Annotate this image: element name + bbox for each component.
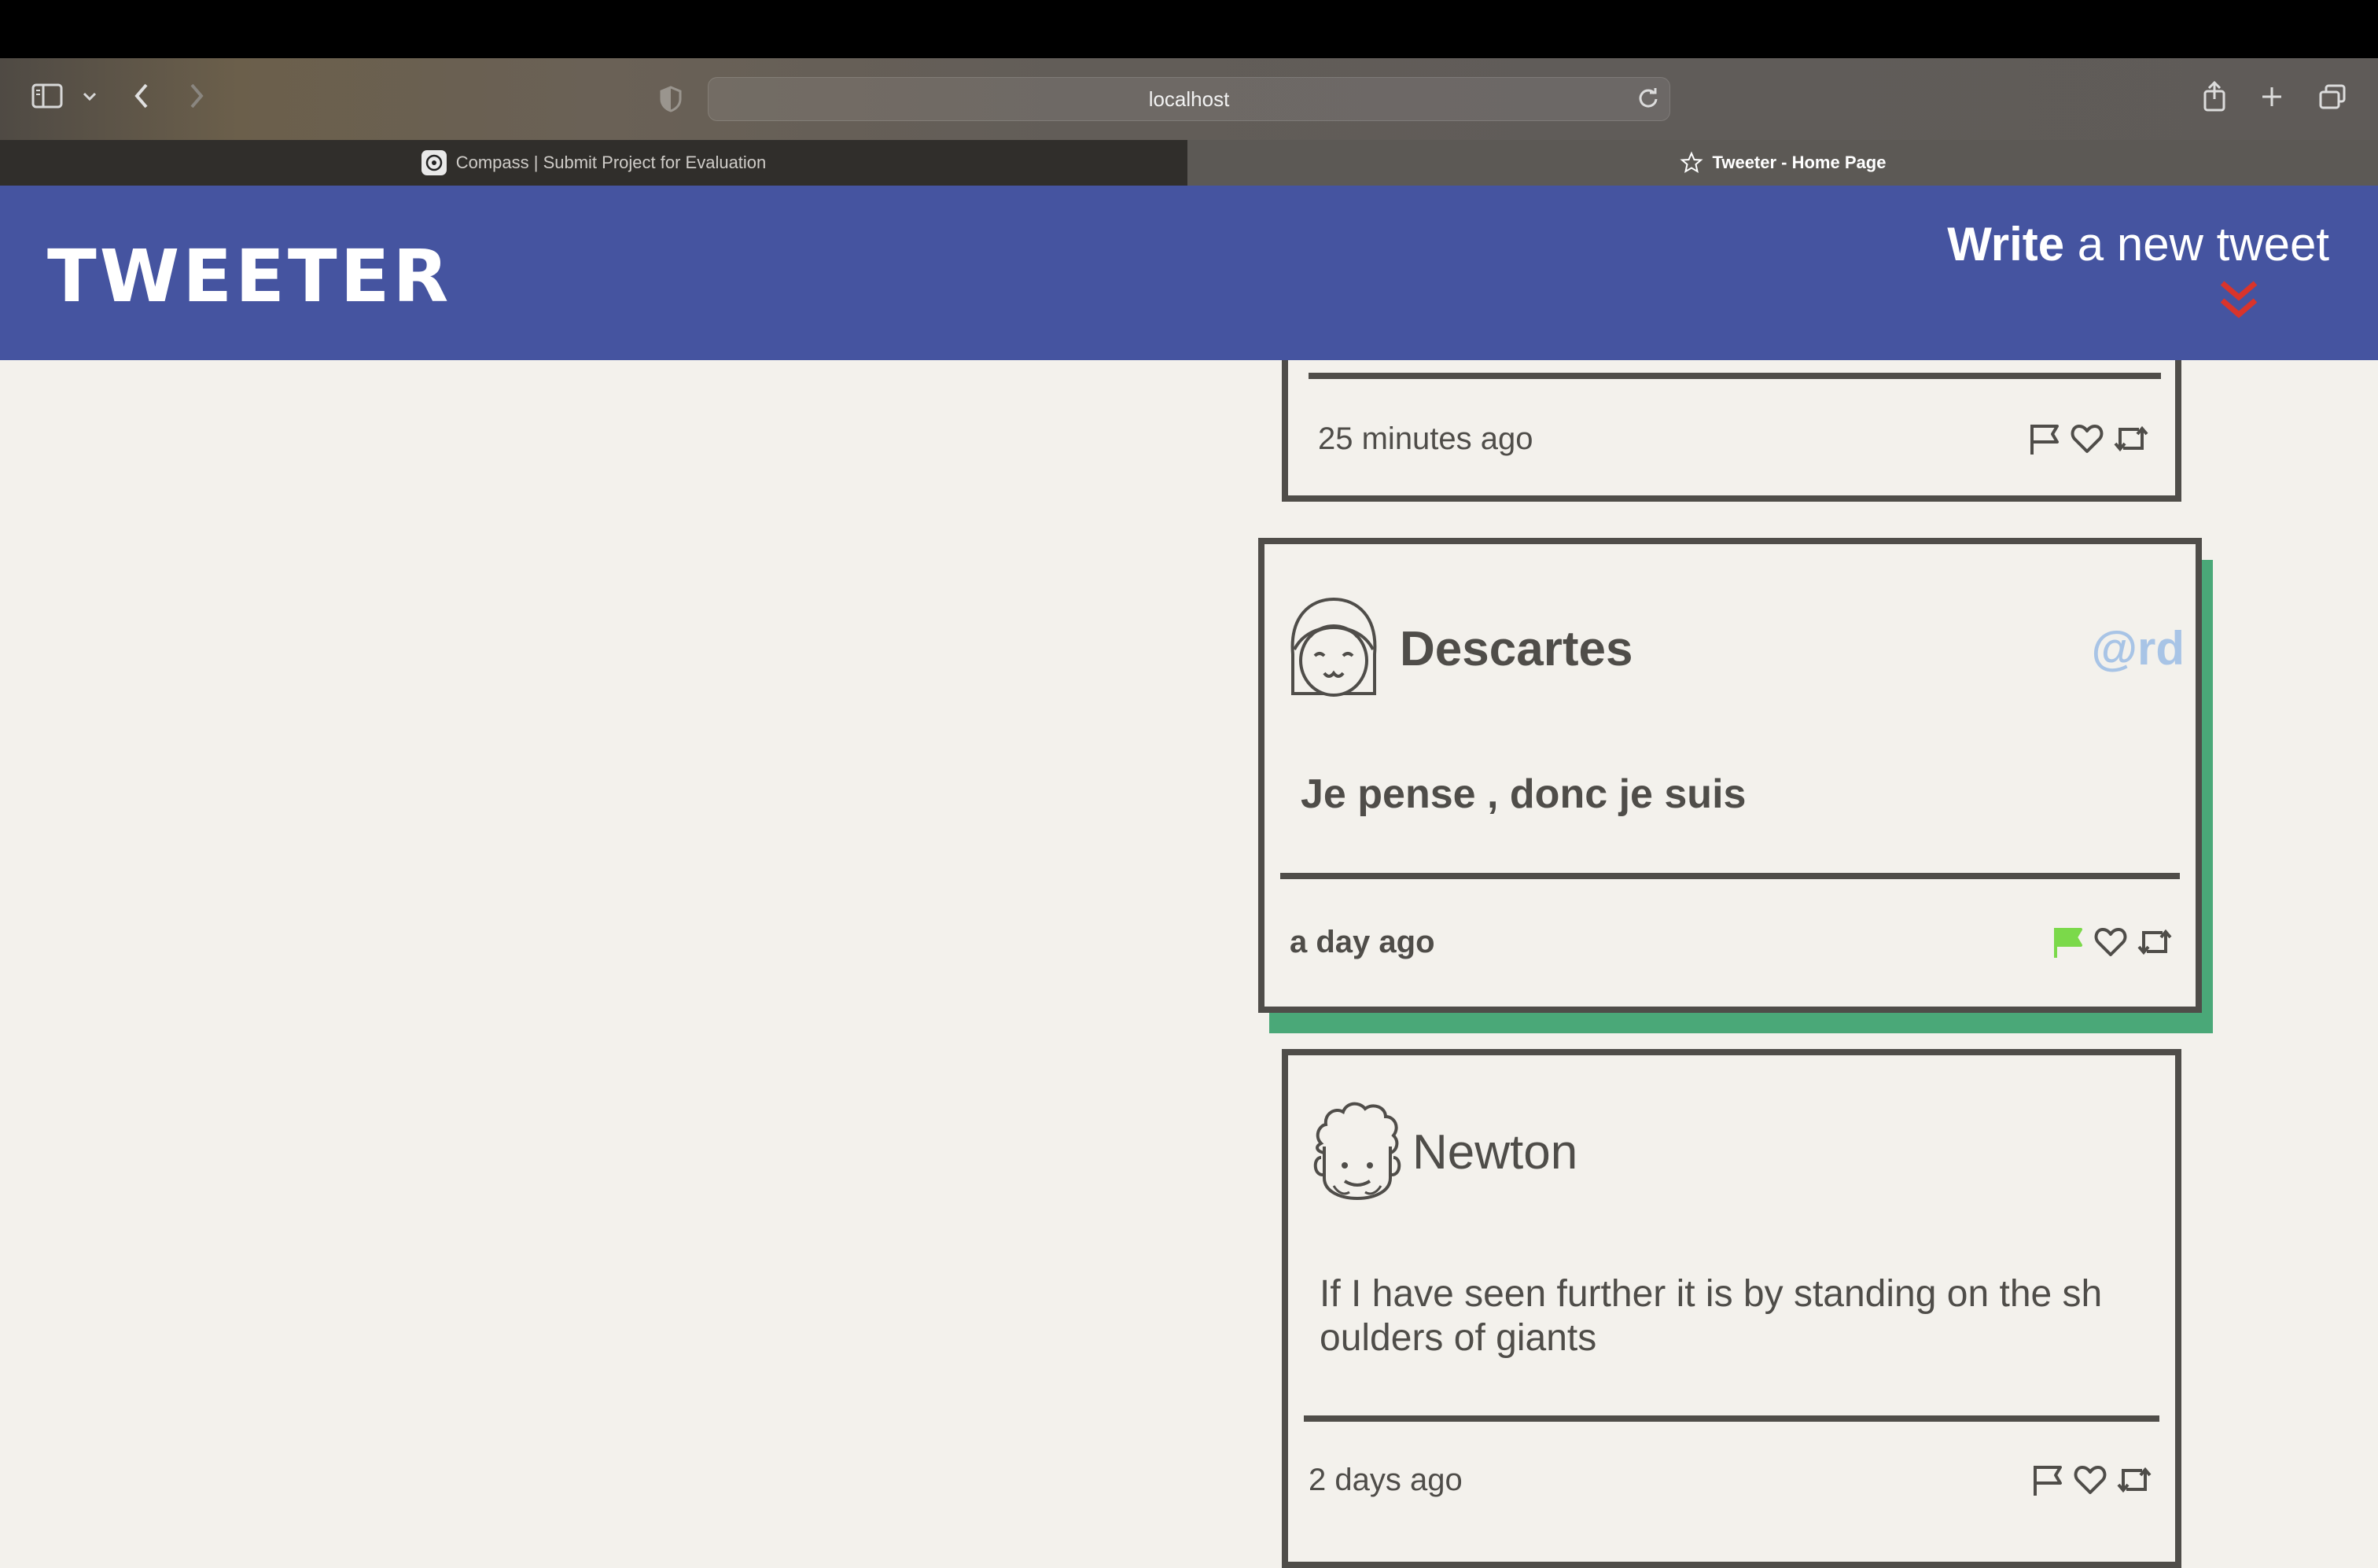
tweet-timestamp: 25 minutes ago: [1318, 421, 1533, 456]
tweet-timestamp: 2 days ago: [1309, 1463, 1463, 1497]
heart-icon[interactable]: [2070, 421, 2104, 460]
tweet-content: Je pense , donc je suis: [1301, 771, 1747, 817]
tab-label: Tweeter - Home Page: [1712, 153, 1887, 172]
new-tab-icon[interactable]: [2260, 85, 2284, 109]
compose-toggle[interactable]: Write a new tweet: [1947, 217, 2329, 271]
flag-icon[interactable]: [2030, 1463, 2065, 1501]
tweet-divider: [1309, 373, 2161, 379]
double-chevron-down-icon[interactable]: [2218, 278, 2260, 326]
share-icon[interactable]: [2202, 80, 2227, 112]
tweet-actions: [2030, 1463, 2153, 1501]
avatar: [1287, 593, 1381, 702]
tweet-timestamp: a day ago: [1290, 925, 1435, 959]
brand-logo[interactable]: TWEETER: [47, 234, 451, 318]
tab-overview-icon[interactable]: [2318, 83, 2347, 110]
compose-label-bold: Write: [1947, 218, 2065, 271]
retweet-icon[interactable]: [2115, 1463, 2153, 1501]
sidebar-toggle-icon[interactable]: [31, 83, 63, 109]
retweet-icon[interactable]: [2136, 925, 2174, 963]
tweet-actions: [2051, 925, 2174, 963]
tweet-card[interactable]: Descartes @rd Je pense , donc je suis a …: [1258, 538, 2202, 1013]
tweet-divider: [1304, 1415, 2159, 1422]
tweet-user-name: Newton: [1412, 1125, 1578, 1180]
back-icon[interactable]: [132, 82, 151, 110]
app-header: TWEETER Write a new tweet: [0, 186, 2378, 360]
compass-icon: [421, 150, 447, 175]
heart-icon[interactable]: [2073, 1463, 2107, 1501]
tab-bar: Compass | Submit Project for Evaluation …: [0, 140, 2378, 187]
url-bar[interactable]: localhost: [708, 77, 1670, 121]
compose-label: a new tweet: [2064, 218, 2329, 271]
tweet-divider: [1280, 873, 2180, 879]
forward-icon[interactable]: [187, 82, 206, 110]
reload-icon[interactable]: [1637, 86, 1659, 110]
tab-tweeter[interactable]: Tweeter - Home Page: [1187, 140, 2378, 186]
tweet-user-handle: @rd: [2091, 622, 2185, 675]
tweet-content: If I have seen further it is by standing…: [1320, 1273, 2103, 1359]
tweet-actions: [2027, 421, 2150, 460]
privacy-shield-icon[interactable]: [659, 85, 683, 113]
tab-label: Compass | Submit Project for Evaluation: [455, 153, 767, 172]
browser-toolbar: localhost: [0, 58, 2378, 140]
flag-icon[interactable]: [2027, 421, 2062, 460]
retweet-icon[interactable]: [2112, 421, 2150, 460]
star-icon: [1679, 151, 1703, 175]
avatar: [1310, 1096, 1404, 1205]
menu-bar: [0, 0, 2378, 58]
tab-compass[interactable]: Compass | Submit Project for Evaluation: [0, 140, 1187, 186]
chevron-down-icon[interactable]: [82, 91, 98, 102]
heart-icon[interactable]: [2093, 925, 2128, 963]
tweet-user-name: Descartes: [1400, 622, 1633, 676]
tweet-card[interactable]: Newton If I have seen further it is by s…: [1282, 1049, 2181, 1568]
flag-icon[interactable]: [2051, 925, 2085, 963]
